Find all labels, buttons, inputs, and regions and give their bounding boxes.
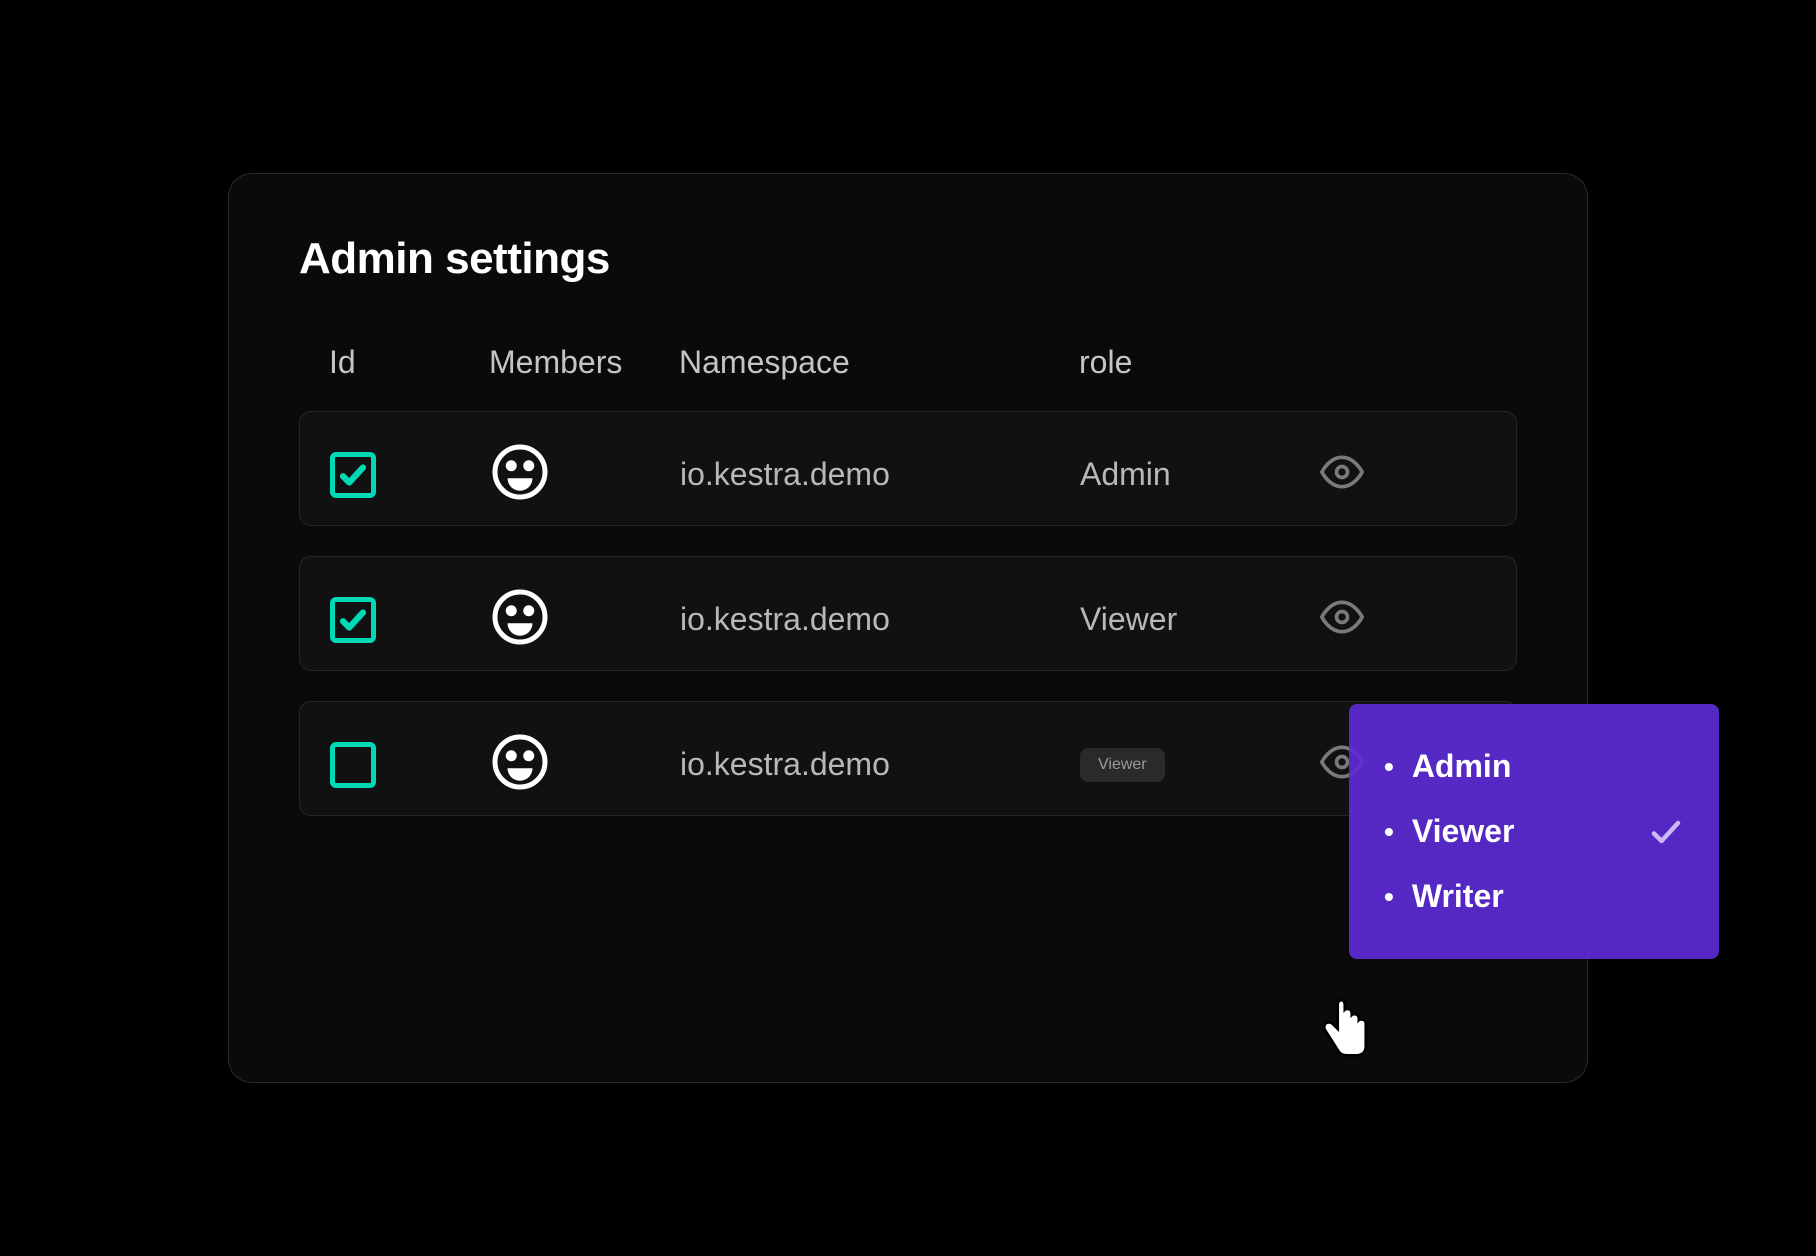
role-cell[interactable]: Viewer [1080, 748, 1320, 782]
table-header: Id Members Namespace role [299, 344, 1517, 411]
eye-icon [1320, 595, 1364, 639]
table-row: io.kestra.demo Viewer [299, 556, 1517, 671]
role-dropdown[interactable]: • Admin • Viewer • Writer [1349, 704, 1719, 959]
column-header-role: role [1079, 344, 1319, 381]
column-header-namespace: Namespace [679, 344, 1079, 381]
dropdown-option-writer[interactable]: • Writer [1384, 864, 1684, 929]
view-action[interactable] [1320, 450, 1420, 499]
check-icon [338, 605, 368, 635]
dropdown-option-admin[interactable]: • Admin [1384, 734, 1684, 799]
smiley-icon [490, 587, 550, 647]
page-title: Admin settings [299, 234, 1517, 284]
namespace-cell: io.kestra.demo [680, 456, 1080, 493]
dropdown-option-label: Admin [1412, 748, 1512, 785]
bullet-icon: • [1384, 881, 1394, 913]
member-avatar [490, 732, 680, 797]
member-avatar [490, 442, 680, 507]
column-header-id: Id [329, 344, 489, 381]
admin-settings-panel: Admin settings Id Members Namespace role… [228, 173, 1588, 1083]
column-header-members: Members [489, 344, 679, 381]
smiley-icon [490, 732, 550, 792]
role-label: Viewer [1080, 748, 1165, 782]
dropdown-option-label: Writer [1412, 878, 1504, 915]
view-action[interactable] [1320, 595, 1420, 644]
column-header-actions [1319, 344, 1419, 381]
role-cell[interactable]: Viewer [1080, 601, 1320, 638]
smiley-icon [490, 442, 550, 502]
namespace-cell: io.kestra.demo [680, 746, 1080, 783]
row-checkbox[interactable] [330, 742, 376, 788]
row-checkbox[interactable] [330, 597, 376, 643]
table-row: io.kestra.demo Viewer [299, 701, 1517, 816]
pointer-cursor-icon [1314, 994, 1372, 1064]
member-avatar [490, 587, 680, 652]
table-row: io.kestra.demo Admin [299, 411, 1517, 526]
dropdown-option-viewer[interactable]: • Viewer [1384, 799, 1684, 864]
eye-icon [1320, 450, 1364, 494]
dropdown-option-label: Viewer [1412, 813, 1515, 850]
row-checkbox[interactable] [330, 452, 376, 498]
bullet-icon: • [1384, 816, 1394, 848]
check-icon [1648, 814, 1684, 850]
check-icon [338, 460, 368, 490]
role-cell[interactable]: Admin [1080, 456, 1320, 493]
bullet-icon: • [1384, 751, 1394, 783]
namespace-cell: io.kestra.demo [680, 601, 1080, 638]
